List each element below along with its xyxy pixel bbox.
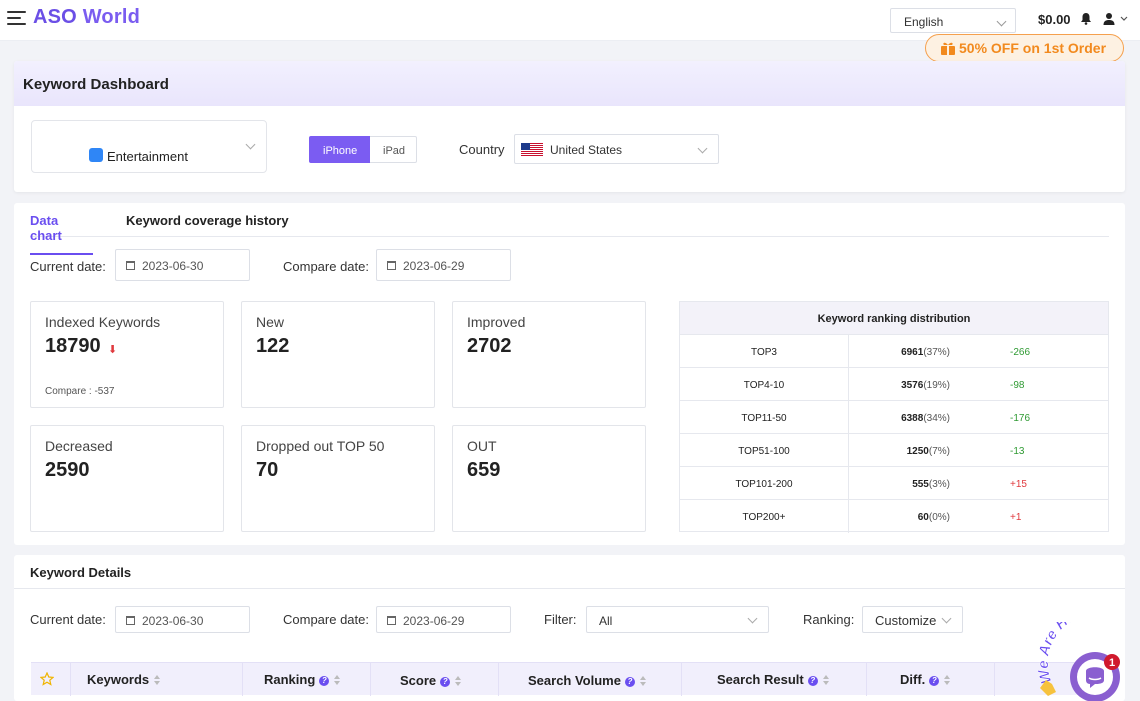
ranking-label: Ranking: [803,612,855,627]
compare-date-label: Compare date: [283,259,369,274]
col-diff[interactable]: Diff.? [900,672,951,687]
kd-compare-date-input[interactable]: 2023-06-29 [376,606,511,633]
us-flag-icon [521,143,543,156]
sort-icon [154,675,161,686]
keyword-details-title: Keyword Details [30,565,132,580]
bell-icon[interactable] [1080,12,1092,25]
divider [14,588,1125,589]
calendar-icon [387,261,396,270]
dashboard-card: Keyword Dashboard Entertainment iPhone i… [14,61,1125,192]
help-icon: ? [807,675,818,686]
language-select[interactable]: English [890,8,1016,33]
tab-bar: Data chart Keyword coverage history [30,203,1109,255]
compare-date-input[interactable]: 2023-06-29 [376,249,511,281]
col-search-volume[interactable]: Search Volume? [528,673,647,688]
chat-widget[interactable]: We Are Here! 1 [1038,622,1140,701]
distribution-row: TOP3 6961(37%) -266 [680,335,1108,368]
sort-icon [455,676,462,687]
chevron-down-icon [941,613,952,624]
country-label: Country [459,142,505,157]
help-icon: ? [929,675,940,686]
gift-icon [941,42,955,55]
sort-icon [639,676,647,687]
distribution-count: 3576(19%) [901,380,950,391]
current-date-label: Current date: [30,259,106,274]
keyword-details-card: Keyword Details Current date: 2023-06-30… [14,555,1125,701]
stat-new: New 122 [241,301,435,408]
distribution-range: TOP200+ [742,512,786,523]
stat-out: OUT 659 [452,425,646,532]
current-date-label: Current date: [30,612,106,627]
distribution-row: TOP101-200 555(3%) +15 [680,467,1108,500]
distribution-diff: -98 [1010,380,1025,391]
tab-data-chart[interactable]: Data chart [30,213,93,255]
distribution-title: Keyword ranking distribution [680,302,1108,335]
calendar-icon [387,616,396,625]
distribution-diff: +15 [1010,479,1027,490]
chat-badge: 1 [1109,657,1115,669]
distribution-count: 555(3%) [912,479,950,490]
user-icon[interactable] [1103,12,1129,26]
distribution-diff: -266 [1010,347,1031,358]
distribution-diff: -176 [1010,413,1031,424]
distribution-count: 1250(7%) [906,446,950,457]
device-toggle: iPhone iPad [309,136,417,163]
ranking-select[interactable]: Customize [862,606,963,633]
top-bar: ASO World English $0.00 50% OFF on 1st O… [0,0,1140,62]
arrow-down-icon: ⬇ [108,344,118,356]
col-score[interactable]: Score? [400,673,462,688]
sort-icon [334,675,341,686]
iphone-button[interactable]: iPhone [309,136,370,163]
chevron-down-icon [245,139,256,150]
page-title: Keyword Dashboard [14,61,1125,106]
balance[interactable]: $0.00 [1038,12,1071,27]
tab-keyword-coverage-history[interactable]: Keyword coverage history [126,213,289,228]
distribution-diff: +1 [1010,512,1022,523]
compare-date-label: Compare date: [283,612,369,627]
chevron-down-icon [697,143,708,154]
distribution-row: TOP11-50 6388(34%) -176 [680,401,1108,434]
distribution-row: TOP200+ 60(0%) +1 [680,500,1108,533]
stat-indexed-keywords: Indexed Keywords 18790 ⬇ Compare : -537 [30,301,224,408]
help-icon: ? [624,676,635,687]
sort-icon [944,675,951,686]
distribution-count: 6961(37%) [901,347,950,358]
chevron-down-icon [747,613,758,624]
app-selector[interactable]: Entertainment [31,120,267,173]
data-chart-card: Data chart Keyword coverage history Curr… [14,203,1125,545]
distribution-row: TOP4-10 3576(19%) -98 [680,368,1108,401]
chevron-down-icon [996,16,1007,27]
table-header: Keywords Ranking? Score? Search Volume? … [31,662,1110,696]
col-ranking[interactable]: Ranking? [264,672,341,687]
sort-icon [822,675,830,686]
menu-icon[interactable] [7,11,26,27]
kd-current-date-input[interactable]: 2023-06-30 [115,606,250,633]
calendar-icon [126,261,135,270]
col-search-result[interactable]: Search Result? [717,672,830,687]
help-icon: ? [440,676,451,687]
star-icon[interactable] [40,672,54,686]
ipad-button[interactable]: iPad [370,136,417,163]
stat-decreased: Decreased 2590 [30,425,224,532]
country-select[interactable]: United States [514,134,719,164]
current-date-input[interactable]: 2023-06-30 [115,249,250,281]
filter-label: Filter: [544,612,577,627]
filter-select[interactable]: All [586,606,769,633]
col-keywords[interactable]: Keywords [87,672,161,687]
distribution-diff: -13 [1010,446,1025,457]
help-icon: ? [319,675,330,686]
stat-dropped-out-top50: Dropped out TOP 50 70 [241,425,435,532]
ranking-distribution-table: Keyword ranking distribution TOP3 6961(37… [679,301,1109,533]
stat-improved: Improved 2702 [452,301,646,408]
distribution-count: 60(0%) [917,512,950,523]
promo-badge[interactable]: 50% OFF on 1st Order [925,34,1124,62]
app-store-icon [89,148,103,162]
distribution-count: 6388(34%) [901,413,950,424]
calendar-icon [126,616,135,625]
distribution-row: TOP51-100 1250(7%) -13 [680,434,1108,467]
logo[interactable]: ASO World [33,6,140,29]
